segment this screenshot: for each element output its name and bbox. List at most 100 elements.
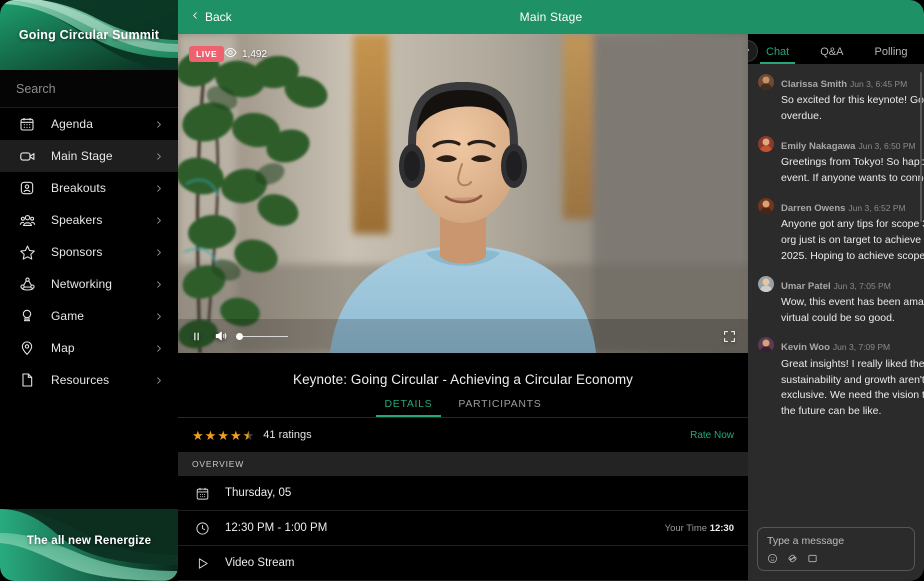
chat-composer[interactable] (757, 527, 915, 571)
star-icon: ★ (230, 429, 242, 442)
chat-scrollbar[interactable] (920, 72, 922, 222)
sidebar-banner: Going Circular Summit (0, 0, 178, 70)
tab-polling[interactable]: Polling (874, 46, 907, 64)
tab-details[interactable]: DETAILS (372, 398, 446, 417)
detail-row-date[interactable]: Thursday, 05 (178, 476, 748, 511)
video-icon (16, 145, 38, 167)
chat-message-text: org just is on target to achieve scope (781, 234, 924, 248)
sidebar-item-label: Sponsors (51, 245, 154, 259)
your-time-value: 12:30 (710, 523, 734, 534)
detail-row-video-stream[interactable]: Video Stream (178, 546, 748, 581)
message-input[interactable] (767, 535, 905, 547)
chat-message-text: virtual could be so good. (781, 312, 924, 326)
avatar (758, 276, 774, 292)
overview-section-header: OVERVIEW (178, 452, 748, 476)
chat-message-list[interactable]: Clarissa SmithJun 3, 6:45 PM So excited … (748, 64, 924, 534)
sidebar-item-resources[interactable]: Resources (0, 364, 178, 396)
volume-slider[interactable] (236, 335, 288, 338)
topbar: Back Main Stage (178, 0, 924, 34)
tab-chat[interactable]: Chat (766, 46, 789, 64)
chat-message-text: Anyone got any tips for scope 3 emis (781, 218, 924, 232)
chat-message-time: Jun 3, 7:09 PM (833, 342, 890, 352)
chevron-right-icon (154, 216, 164, 225)
calendar-icon (192, 486, 212, 501)
volume-button[interactable] (214, 329, 228, 343)
detail-row-time[interactable]: 12:30 PM - 1:00 PM Your Time 12:30 (178, 511, 748, 546)
back-button[interactable]: Back (191, 10, 232, 24)
detail-label: 12:30 PM - 1:00 PM (225, 522, 327, 534)
avatar (758, 198, 774, 214)
chat-message-text: event. If anyone wants to connect, let (781, 172, 924, 186)
sidebar-item-label: Map (51, 341, 154, 355)
chat-message-body: Darren OwensJun 3, 6:52 PM Anyone got an… (781, 197, 924, 264)
emoji-icon[interactable] (767, 553, 778, 564)
avatar (758, 74, 774, 90)
chevron-right-icon (154, 184, 164, 193)
sidebar-item-game[interactable]: Game (0, 300, 178, 332)
tab-participants[interactable]: PARTICIPANTS (445, 398, 554, 417)
video-frame-image (178, 34, 748, 353)
clock-icon (192, 521, 212, 536)
sidebar-item-label: Resources (51, 373, 154, 387)
chat-message-head: Darren OwensJun 3, 6:52 PM (781, 198, 906, 215)
rating-row: ★ ★ ★ ★ ★ 41 ratings Rate Now (178, 418, 748, 452)
pin-icon (16, 337, 38, 359)
chat-message-text: sustainability and growth aren't mutua (781, 374, 924, 388)
sidebar-item-label: Networking (51, 277, 154, 291)
sidebar-item-map[interactable]: Map (0, 332, 178, 364)
sidebar-item-label: Agenda (51, 117, 154, 131)
sidebar-item-label: Speakers (51, 213, 154, 227)
search-input[interactable] (16, 82, 177, 96)
video-player[interactable]: LIVE 1,492 (178, 34, 748, 353)
fullscreen-button[interactable] (723, 330, 736, 343)
volume-slider-knob[interactable] (236, 333, 243, 340)
viewer-count: 1,492 (224, 46, 267, 62)
ratings-count: 41 ratings (263, 429, 311, 441)
sidebar-item-speakers[interactable]: Speakers (0, 204, 178, 236)
chat-message-text: So excited for this keynote! Going circ (781, 94, 924, 108)
star-rating: ★ ★ ★ ★ ★ (192, 429, 254, 442)
chat-message-body: Umar PatelJun 3, 7:05 PM Wow, this event… (781, 275, 924, 326)
speakers-icon (16, 209, 38, 231)
sidebar-promo-banner[interactable]: The all new Renergize (0, 509, 178, 581)
chat-message: Emily NakagawaJun 3, 6:50 PM Greetings f… (758, 135, 924, 186)
pause-button[interactable] (190, 330, 203, 343)
sidebar-item-main-stage[interactable]: Main Stage (0, 140, 178, 172)
chat-message-text: the future can be like. (781, 405, 924, 419)
attachment-icon[interactable] (787, 553, 798, 564)
rate-now-button[interactable]: Rate Now (690, 430, 734, 441)
fullscreen-icon (723, 330, 736, 343)
sidebar-item-sponsors[interactable]: Sponsors (0, 236, 178, 268)
sidebar-item-breakouts[interactable]: Breakouts (0, 172, 178, 204)
chevron-left-icon (191, 10, 200, 24)
star-icon: ★ (192, 429, 204, 442)
sidebar-item-agenda[interactable]: Agenda (0, 108, 178, 140)
chat-message-author: Umar Patel (781, 281, 831, 292)
document-icon (16, 369, 38, 391)
chevron-right-icon (154, 344, 164, 353)
chat-message-text: Wow, this event has been amazing! I c (781, 296, 924, 310)
sidebar-item-networking[interactable]: Networking (0, 268, 178, 300)
chat-message: Clarissa SmithJun 3, 6:45 PM So excited … (758, 73, 924, 124)
search-bar[interactable] (0, 70, 178, 108)
live-badge: LIVE (189, 46, 224, 62)
chevron-right-icon (154, 280, 164, 289)
chat-message-author: Kevin Woo (781, 342, 830, 353)
chat-message: Kevin WooJun 3, 7:09 PM Great insights! … (758, 336, 924, 419)
chevron-right-icon (154, 120, 164, 129)
composer-icon-row (767, 553, 905, 564)
image-icon[interactable] (807, 553, 818, 564)
sidebar-item-label: Main Stage (51, 149, 154, 163)
volume-icon (214, 329, 228, 343)
chat-message-time: Jun 3, 6:45 PM (850, 79, 907, 89)
trophy-icon (16, 305, 38, 327)
chat-message-text: overdue. (781, 110, 924, 124)
network-icon (16, 273, 38, 295)
chat-message-head: Emily NakagawaJun 3, 6:50 PM (781, 136, 916, 153)
chat-message-author: Darren Owens (781, 203, 845, 214)
chat-message: Umar PatelJun 3, 7:05 PM Wow, this event… (758, 275, 924, 326)
main-stage-panel: LIVE 1,492 (178, 34, 748, 581)
calendar-icon (16, 113, 38, 135)
back-label: Back (205, 10, 232, 24)
tab-qa[interactable]: Q&A (820, 46, 843, 64)
